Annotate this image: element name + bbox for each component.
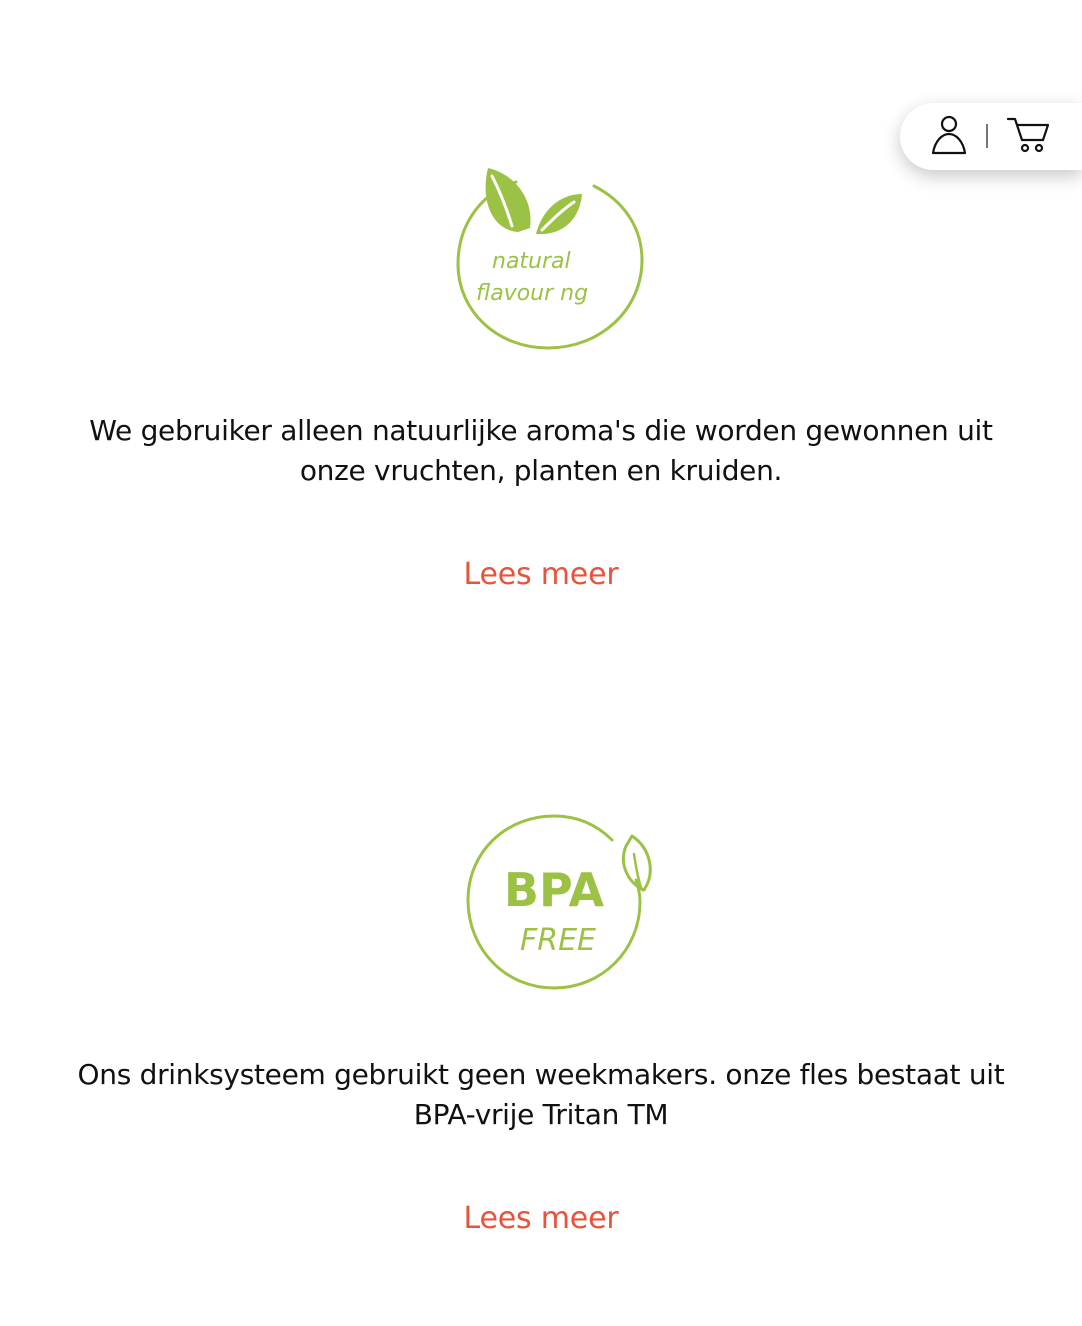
- feature-bpa-free: BPA FREE Ons drinksysteem gebruikt geen …: [0, 640, 1082, 1326]
- svg-text:FREE: FREE: [520, 923, 596, 958]
- svg-text:natural: natural: [492, 249, 571, 274]
- feature-description: Ons drinksysteem gebruikt geen weekmaker…: [77, 1058, 1005, 1131]
- read-more-link[interactable]: Lees meer: [0, 555, 1082, 595]
- feature-natural-flavourings: natural flavour ng We gebruiker alleen n…: [0, 0, 1082, 640]
- read-more-link[interactable]: Lees meer: [0, 1199, 1082, 1239]
- svg-text:flavour ng: flavour ng: [476, 281, 588, 306]
- leaves-icon: [485, 168, 582, 235]
- bpa-free-badge: BPA FREE: [466, 814, 652, 990]
- svg-text:BPA: BPA: [504, 863, 605, 917]
- feature-description: We gebruiker alleen natuurlijke aroma's …: [89, 414, 993, 487]
- natural-flavourings-badge: natural flavour ng: [456, 168, 644, 350]
